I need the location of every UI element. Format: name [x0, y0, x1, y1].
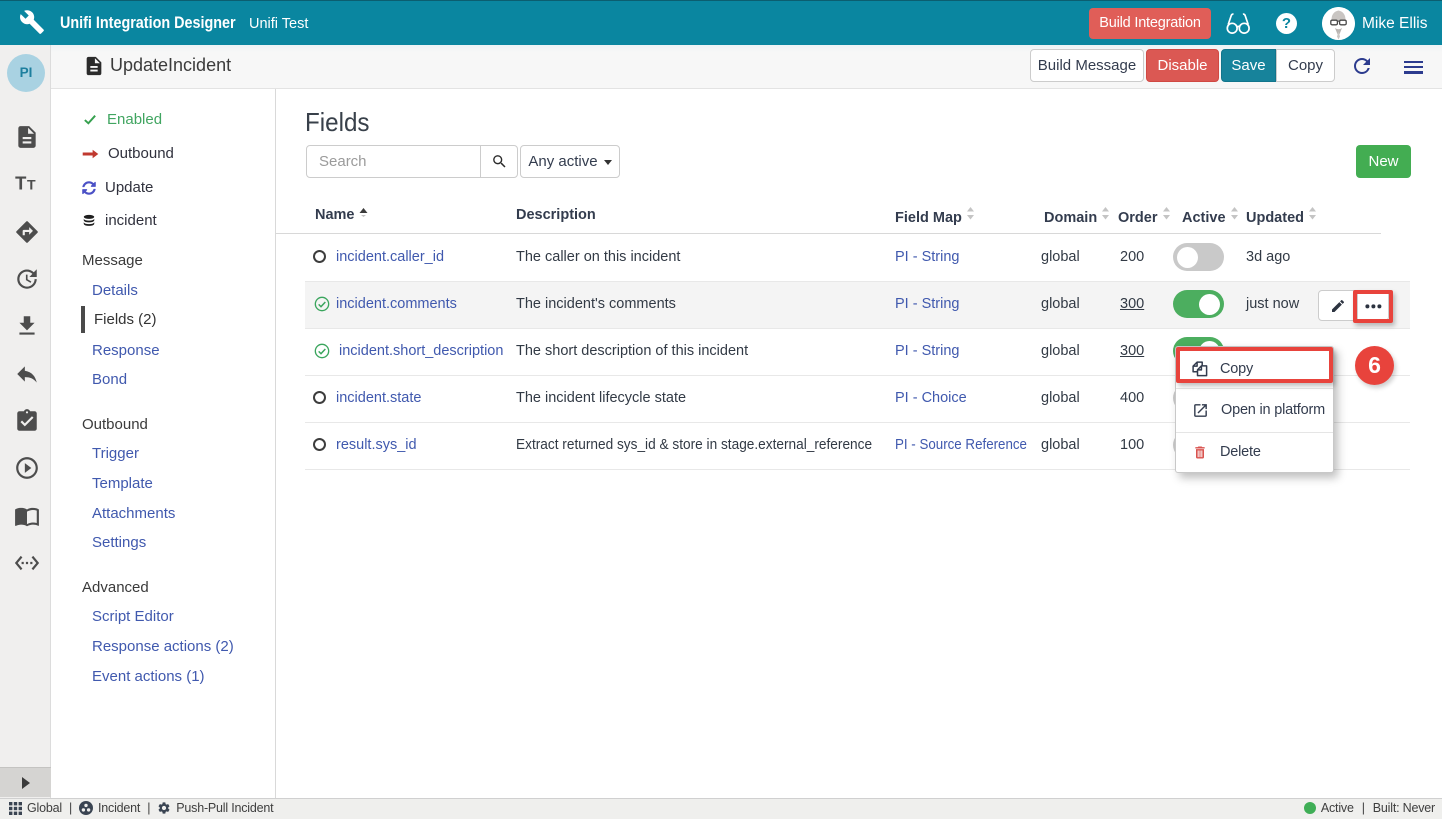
svg-text:T: T	[27, 176, 36, 192]
svg-text:T: T	[15, 172, 27, 193]
